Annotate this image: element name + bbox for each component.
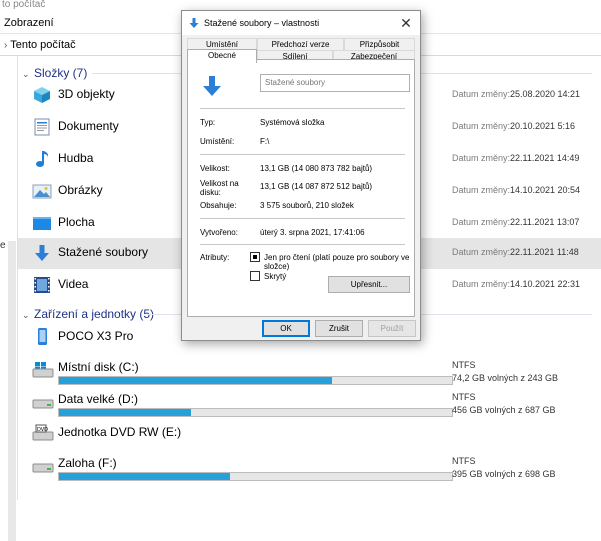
device-name: Data velké (D:) [58,392,139,406]
filesystem-label: NTFS [452,456,476,466]
group-header-devices[interactable]: ⌄ Zařízení a jednotky (5) [22,305,154,323]
drive-usage-bar [58,472,453,481]
dvd-drive-icon: DVD [32,424,54,441]
navigation-pane-fragment: e [0,240,6,251]
free-space-label: 456 GB volných z 687 GB [452,405,556,415]
location-value: F:\ [260,137,270,146]
contains-label: Obsahuje: [200,201,237,210]
date-label: Datum změny: [452,247,511,257]
filesystem-label: NTFS [452,360,476,370]
readonly-checkbox[interactable] [250,252,260,262]
properties-dialog[interactable]: Stažené soubory – vlastnosti ✕ Umístění … [181,10,421,341]
type-value: Systémová složka [260,118,325,127]
filesystem-label: NTFS [452,392,476,402]
downloads-icon [203,76,221,96]
date-label: Datum změny: [452,153,511,163]
device-item-drive-f[interactable]: Zaloha (F:) NTFS 395 GB volných z 698 GB [18,452,601,486]
downloads-icon [35,245,49,261]
music-icon [36,151,49,167]
folder-name: Hudba [58,151,94,165]
folder-name: Obrázky [58,183,103,197]
navigation-scrollbar[interactable] [8,241,16,541]
dialog-title: Stažené soubory – vlastnosti [204,18,320,28]
tab-general[interactable]: Obecné [187,49,257,63]
3d-objects-icon [34,87,50,103]
hidden-label[interactable]: Skrytý [264,272,286,281]
divider [200,218,405,219]
divider [200,154,405,155]
chevron-right-icon: › [4,40,8,51]
free-space-label: 74,2 GB volných z 243 GB [452,373,559,383]
folder-name: Plocha [58,215,95,229]
device-name: Zaloha (F:) [58,456,117,470]
drive-usage-fill [59,409,192,416]
drive-icon [32,399,54,409]
drive-usage-fill [59,377,333,384]
drive-icon [32,463,54,473]
dialog-title-bar[interactable]: Stažené soubory – vlastnosti ✕ [182,11,420,35]
device-name: POCO X3 Pro [58,329,134,343]
folder-name: Stažené soubory [58,245,149,259]
folder-name-input[interactable]: Stažené soubory [260,74,410,92]
date-value: 25.08.2020 14:21 [510,89,581,99]
device-name: Místní disk (C:) [58,360,139,374]
date-value: 22.11.2021 11:48 [510,247,579,257]
folder-name: 3D objekty [58,87,115,101]
ok-button[interactable]: OK [262,320,310,337]
device-item-drive-d[interactable]: Data velké (D:) NTFS 456 GB volných z 68… [18,388,601,422]
date-value: 14.10.2021 22:31 [510,279,581,289]
phone-icon [38,328,47,345]
size-value: 13,1 GB (14 080 873 782 bajtů) [260,164,373,173]
created-value: úterý 3. srpna 2021, 17:41:06 [260,228,365,237]
desktop-icon [33,217,51,230]
free-space-label: 395 GB volných z 698 GB [452,469,556,479]
date-value: 22.11.2021 13:07 [510,217,580,227]
drive-usage-fill [59,473,230,480]
folder-name: Videa [58,277,89,291]
date-value: 20.10.2021 5:16 [510,121,576,131]
date-value: 14.10.2021 20:54 [510,185,581,195]
downloads-icon [189,18,199,28]
disk-size-label-line2: disku: [200,188,221,197]
date-label: Datum změny: [452,89,511,99]
readonly-label[interactable]: Jen pro čtení (platí pouze pro soubory v… [264,253,414,271]
drive-usage-bar [58,376,453,385]
size-label: Velikost: [200,164,230,173]
type-label: Typ: [200,118,216,127]
location-label: Umístění: [200,137,235,146]
tab-panel-general: Stažené soubory Typ: Systémová složka Um… [187,59,415,317]
pictures-icon [32,184,52,199]
videos-icon [34,277,50,293]
navigation-pane[interactable]: e [0,56,18,541]
divider [200,244,405,245]
folder-name: Dokumenty [58,119,119,133]
device-item-drive-c[interactable]: Místní disk (C:) NTFS 74,2 GB volných z … [18,356,601,390]
created-label: Vytvořeno: [200,228,238,237]
disk-size-label: Velikost na [200,179,239,188]
contains-value: 3 575 souborů, 210 složek [260,201,354,210]
date-value: 22.11.2021 14:49 [510,153,580,163]
divider [200,108,405,109]
date-label: Datum změny: [452,279,511,289]
attributes-label: Atributy: [200,253,230,262]
date-label: Datum změny: [452,121,511,131]
cancel-button[interactable]: Zrušit [315,320,363,337]
documents-icon [34,118,50,136]
drive-usage-bar [58,408,453,417]
apply-button[interactable]: Použít [368,320,416,337]
device-name: Jednotka DVD RW (E:) [58,425,182,439]
breadcrumb[interactable]: Tento počítač [10,39,75,51]
device-item-dvd[interactable]: DVD Jednotka DVD RW (E:) [18,418,601,452]
advanced-button[interactable]: Upřesnit... [328,276,410,293]
disk-size-value: 13,1 GB (14 087 872 512 bajtů) [260,182,373,191]
windows-drive-icon [32,362,54,378]
hidden-checkbox[interactable] [250,271,260,281]
date-label: Datum změny: [452,217,511,227]
close-icon[interactable]: ✕ [398,11,414,35]
date-label: Datum změny: [452,185,511,195]
svg-text:DVD: DVD [37,427,48,433]
